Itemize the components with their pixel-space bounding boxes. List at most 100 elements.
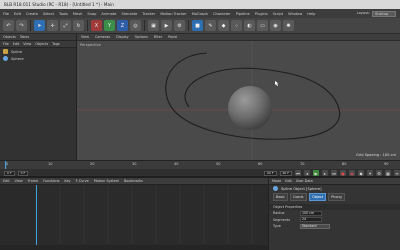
tab-coord[interactable]: Coord. — [289, 193, 308, 201]
redo-icon[interactable]: ↷ — [16, 20, 27, 31]
objects-panel-tabs: Objects Takes — [0, 34, 76, 41]
type-dropdown[interactable]: Standard — [300, 223, 330, 229]
camera-icon[interactable]: ◉ — [270, 20, 281, 31]
menu-item[interactable]: Help — [307, 12, 315, 16]
menu-item[interactable]: Create — [26, 12, 38, 16]
x-axis-icon[interactable]: X — [91, 20, 102, 31]
tick-label: 10 — [48, 162, 52, 166]
menu-item[interactable]: Tools — [59, 12, 68, 16]
cube-icon[interactable]: ■ — [192, 20, 203, 31]
segments-field[interactable]: 24 — [300, 217, 322, 223]
deformer-icon[interactable]: ◐ — [244, 20, 255, 31]
sphere-object[interactable] — [228, 86, 272, 130]
max-frame-field[interactable]: 90 F — [279, 170, 292, 176]
current-frame-field[interactable]: 0 F — [17, 170, 29, 176]
menu-item[interactable]: Snap — [87, 12, 96, 16]
viewport-menu-item[interactable]: Filter — [154, 35, 162, 39]
viewport-scene — [77, 41, 400, 160]
viewport-menu-item[interactable]: Display — [116, 35, 129, 39]
timeline-menu-item[interactable]: F-Curve — [76, 179, 89, 183]
3d-viewport[interactable]: Perspective Grid Spacing : 100 cm — [77, 41, 400, 160]
timeline-menu-item[interactable]: Bookmarks — [124, 179, 143, 183]
attributes-menu-item[interactable]: User Data — [296, 179, 313, 183]
menu-item[interactable]: File — [3, 12, 9, 16]
dope-sheet-grid — [0, 185, 268, 250]
object-list-item[interactable]: Sphere — [0, 55, 76, 62]
tab-takes[interactable]: Takes — [20, 35, 29, 39]
array-icon[interactable]: ⁘ — [231, 20, 242, 31]
tab-phong[interactable]: Phong — [328, 193, 345, 201]
objects-menu-item[interactable]: View — [23, 42, 31, 46]
menu-item[interactable]: Plugins — [255, 12, 268, 16]
attributes-menu-item[interactable]: Mode — [272, 179, 281, 183]
world-icon[interactable]: ◎ — [130, 20, 141, 31]
timeline-ruler[interactable]: 0 10 20 30 40 50 60 70 80 90 — [0, 161, 400, 169]
floor-icon[interactable]: ▭ — [257, 20, 268, 31]
objects-menu-item[interactable]: Edit — [13, 42, 20, 46]
objects-menu-item[interactable]: File — [3, 42, 9, 46]
window-title: BLB R18.011 Studio (RC - R18) - [Untitle… — [0, 0, 400, 9]
segments-label: Segments — [273, 217, 291, 222]
menu-item[interactable]: Animate — [101, 12, 116, 16]
dope-sheet-area[interactable] — [0, 185, 268, 250]
timeline-menu-item[interactable]: Functions — [43, 179, 59, 183]
end-frame-field[interactable]: 90 F — [264, 170, 277, 176]
viewport-menu-item[interactable]: Options — [135, 35, 148, 39]
start-frame-field[interactable]: 0 F — [4, 170, 15, 176]
viewport-menu-item[interactable]: View — [81, 35, 89, 39]
render-settings-icon[interactable]: ⚙ — [174, 20, 185, 31]
select-icon[interactable]: ➤ — [34, 20, 45, 31]
tick-label: 20 — [90, 162, 94, 166]
tab-basic[interactable]: Basic — [273, 193, 288, 201]
object-list-item[interactable]: Spline — [0, 48, 76, 55]
move-icon[interactable]: ✛ — [47, 20, 58, 31]
timeline-menu-item[interactable]: Key — [64, 179, 70, 183]
toolbar-divider — [188, 20, 189, 31]
objects-panel-menu: File Edit View Objects Tags — [0, 41, 76, 48]
z-axis-icon[interactable]: Z — [117, 20, 128, 31]
tick-label: 50 — [216, 162, 220, 166]
layout-dropdown[interactable]: Startup — [372, 10, 396, 17]
tick-label: 40 — [174, 162, 178, 166]
timeline-menu-item[interactable]: View — [15, 179, 23, 183]
tab-object[interactable]: Object — [309, 193, 327, 201]
tab-objects[interactable]: Objects — [3, 35, 16, 39]
viewport-menu: View Cameras Display Options Filter Pane… — [77, 34, 400, 41]
playhead[interactable] — [5, 161, 7, 169]
menu-item[interactable]: Script — [273, 12, 283, 16]
objects-menu-item[interactable]: Tags — [52, 42, 60, 46]
scale-icon[interactable]: ⤢ — [60, 20, 71, 31]
timeline-menu-item[interactable]: Edit — [3, 179, 10, 183]
menu-bar: File Edit Create Select Tools Mesh Snap … — [0, 9, 400, 18]
rotate-icon[interactable]: ↻ — [73, 20, 84, 31]
pen-icon[interactable]: ✎ — [205, 20, 216, 31]
attributes-menu-item[interactable]: Edit — [285, 179, 292, 183]
toolbar-divider — [30, 20, 31, 31]
menu-item[interactable]: Motion Tracker — [160, 12, 186, 16]
viewport-menu-item[interactable]: Cameras — [95, 35, 110, 39]
light-icon[interactable]: ✺ — [283, 20, 294, 31]
tick-label: 80 — [342, 162, 346, 166]
menu-item[interactable]: Tracker — [142, 12, 155, 16]
y-axis-icon[interactable]: Y — [104, 20, 115, 31]
menu-item[interactable]: Window — [288, 12, 302, 16]
menu-item[interactable]: MoGraph — [192, 12, 208, 16]
timeline-menu-item[interactable]: Motion System — [94, 179, 119, 183]
render-region-icon[interactable]: ▣ — [148, 20, 159, 31]
menu-item[interactable]: Simulate — [121, 12, 137, 16]
menu-item[interactable]: Pipeline — [236, 12, 250, 16]
menu-item[interactable]: Character — [213, 12, 231, 16]
spline-icon — [3, 49, 8, 54]
menu-item[interactable]: Edit — [14, 12, 21, 16]
sphere-icon — [273, 186, 278, 191]
menu-item[interactable]: Select — [43, 12, 54, 16]
render-icon[interactable]: ▶ — [161, 20, 172, 31]
menu-item[interactable]: Mesh — [73, 12, 82, 16]
objects-menu-item[interactable]: Objects — [35, 42, 48, 46]
undo-icon[interactable]: ↶ — [3, 20, 14, 31]
subdivide-icon[interactable]: ◆ — [218, 20, 229, 31]
timeline-menu-item[interactable]: Frame — [28, 179, 39, 183]
radius-field[interactable]: 100 cm — [300, 210, 322, 216]
viewport-menu-item[interactable]: Panel — [168, 35, 177, 39]
object-name: Spline — [11, 49, 23, 54]
